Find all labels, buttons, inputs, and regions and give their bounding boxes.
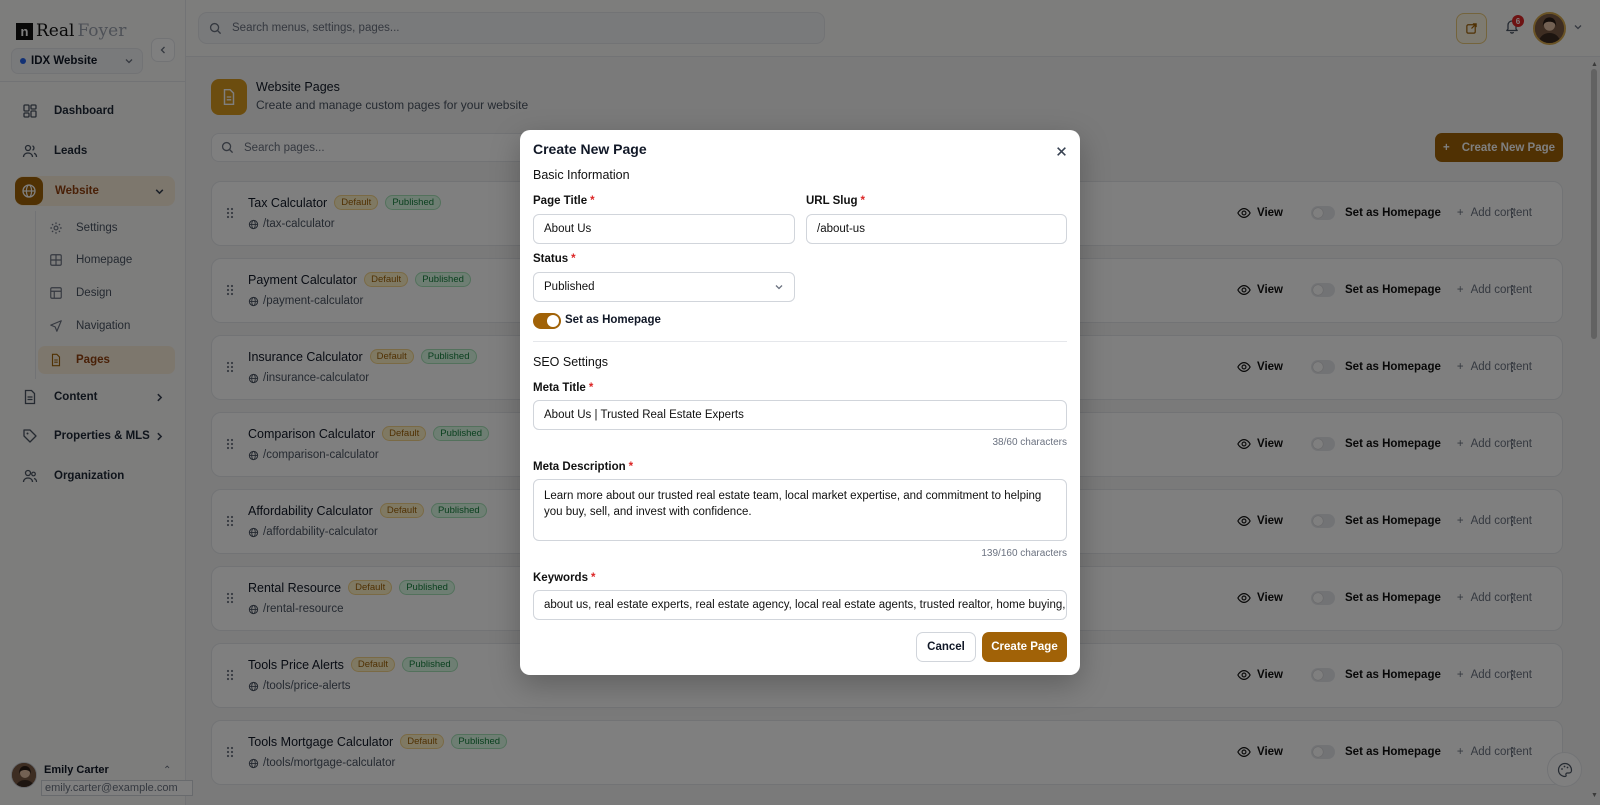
status-label-text: Status bbox=[533, 253, 569, 265]
seo-settings-heading: SEO Settings bbox=[533, 355, 609, 369]
page-title-label: Page Title * bbox=[533, 195, 595, 207]
basic-information-heading: Basic Information bbox=[533, 168, 630, 182]
page-title-label-text: Page Title bbox=[533, 195, 588, 207]
create-page-dialog: Create New Page Basic Information Page T… bbox=[520, 130, 1080, 675]
set-as-homepage-toggle[interactable] bbox=[533, 313, 561, 329]
meta-description-textarea[interactable]: Learn more about our trusted real estate… bbox=[533, 479, 1067, 541]
meta-description-counter: 139/160 characters bbox=[981, 548, 1067, 559]
meta-description-label-text: Meta Description bbox=[533, 461, 626, 473]
url-slug-label: URL Slug * bbox=[806, 195, 865, 207]
meta-title-label: Meta Title * bbox=[533, 382, 593, 394]
keywords-input[interactable]: about us, real estate experts, real esta… bbox=[533, 590, 1067, 620]
keywords-label: Keywords * bbox=[533, 572, 595, 584]
required-mark: * bbox=[588, 382, 594, 394]
status-select-value: Published bbox=[544, 281, 595, 293]
required-mark: * bbox=[860, 195, 866, 207]
url-slug-label-text: URL Slug bbox=[806, 195, 858, 207]
meta-description-label: Meta Description * bbox=[533, 461, 633, 473]
section-divider bbox=[533, 341, 1067, 342]
required-mark: * bbox=[628, 461, 634, 473]
meta-title-label-text: Meta Title bbox=[533, 382, 586, 394]
url-slug-input[interactable]: /about-us bbox=[806, 214, 1067, 244]
required-mark: * bbox=[590, 572, 596, 584]
status-label: Status * bbox=[533, 253, 576, 265]
set-as-homepage-label: Set as Homepage bbox=[565, 314, 661, 326]
cancel-button[interactable]: Cancel bbox=[916, 632, 976, 662]
close-icon[interactable] bbox=[1056, 146, 1067, 157]
keywords-label-text: Keywords bbox=[533, 572, 588, 584]
chevron-down-icon bbox=[775, 285, 783, 290]
meta-title-input[interactable]: About Us | Trusted Real Estate Experts bbox=[533, 400, 1067, 430]
meta-title-counter: 38/60 characters bbox=[992, 437, 1068, 448]
create-page-button[interactable]: Create Page bbox=[982, 632, 1067, 662]
page-title-input[interactable]: About Us bbox=[533, 214, 795, 244]
required-mark: * bbox=[590, 195, 595, 207]
status-select[interactable]: Published bbox=[533, 272, 795, 302]
required-mark: * bbox=[571, 253, 576, 265]
dialog-title: Create New Page bbox=[533, 141, 647, 157]
